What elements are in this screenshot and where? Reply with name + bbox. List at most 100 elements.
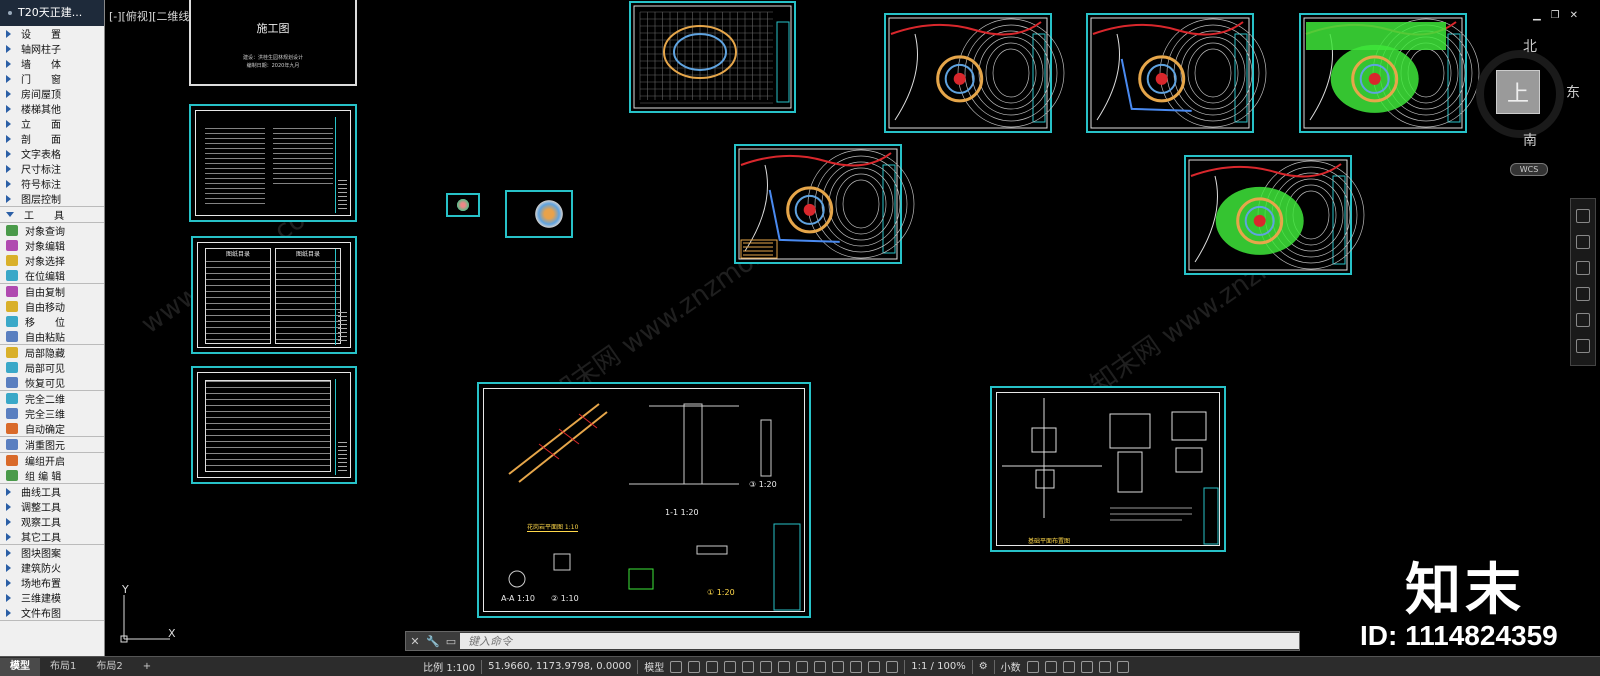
detail-label: A-A 1:10 — [501, 594, 535, 603]
transparency-icon[interactable] — [796, 660, 809, 673]
palette-item[interactable]: 对象选择 — [0, 253, 104, 268]
3d-osnap-icon[interactable] — [832, 660, 845, 673]
gear-icon[interactable]: ⚙ — [979, 661, 988, 672]
dynamic-ucs-icon[interactable] — [850, 660, 863, 673]
palette-item[interactable]: 观察工具 — [0, 514, 104, 529]
tab-layout1[interactable]: 布局1 — [40, 658, 86, 676]
palette-item[interactable]: 门 窗 — [0, 71, 104, 86]
viewcube-north[interactable]: 北 — [1523, 36, 1537, 56]
palette-item[interactable]: 建筑防火 — [0, 560, 104, 575]
model-space-toggle[interactable]: 模型 — [644, 659, 664, 674]
viewcube-top-face[interactable]: 上 — [1496, 70, 1540, 114]
palette-item[interactable]: 轴网柱子 — [0, 41, 104, 56]
palette-item[interactable]: 图层控制 — [0, 191, 104, 206]
palette-item[interactable]: 局部隐藏 — [0, 345, 104, 360]
palette-item[interactable]: 墙 体 — [0, 56, 104, 71]
palette-item[interactable]: 场地布置 — [0, 575, 104, 590]
palette-title-bar[interactable]: T20天正建... — [0, 0, 104, 26]
close-icon[interactable]: ✕ — [406, 635, 424, 648]
viewcube-east[interactable]: 东 — [1566, 82, 1580, 102]
palette-item-label: 工 具 — [24, 211, 64, 222]
wrench-icon[interactable]: 🔧 — [424, 635, 442, 648]
selection-cycling-icon[interactable] — [814, 660, 827, 673]
viewcube-south[interactable]: 南 — [1523, 130, 1537, 150]
grid-icon[interactable] — [670, 660, 683, 673]
palette-item[interactable]: 其它工具 — [0, 529, 104, 544]
palette-item[interactable]: 图块图案 — [0, 545, 104, 560]
otrack-icon[interactable] — [760, 660, 773, 673]
palette-item[interactable]: 尺寸标注 — [0, 161, 104, 176]
palette-item-label: 门 窗 — [21, 75, 61, 86]
scale-readout[interactable]: 比例 1:100 — [423, 659, 475, 674]
palette-item[interactable]: 恢复可见 — [0, 375, 104, 390]
palette-item[interactable]: 自动确定 — [0, 421, 104, 436]
palette-item[interactable]: 三维建模 — [0, 590, 104, 605]
detail-sheet-railing[interactable]: 1-1 1:20 ③ 1:20 A-A 1:10 ② 1:10 ① 1:20 花… — [477, 382, 811, 618]
gizmo-icon[interactable] — [886, 660, 899, 673]
palette-item[interactable]: 局部可见 — [0, 360, 104, 375]
customize-icon[interactable] — [1116, 660, 1129, 673]
palette-item[interactable]: 设 置 — [0, 26, 104, 41]
palette-item[interactable]: 调整工具 — [0, 499, 104, 514]
palette-item[interactable]: 消重图元 — [0, 437, 104, 452]
expand-arrow-icon — [6, 563, 11, 572]
palette-item[interactable]: 自由粘贴 — [0, 329, 104, 344]
units-dropdown[interactable]: 小数 — [1001, 659, 1021, 674]
palette-section: 消重图元 — [0, 437, 104, 453]
quick-properties-icon[interactable] — [1026, 660, 1039, 673]
lineweight-icon[interactable] — [778, 660, 791, 673]
foundation-plan-sheet[interactable]: 基础平面布置图 — [990, 386, 1226, 552]
palette-item[interactable]: 完全三维 — [0, 406, 104, 421]
navbar-menu-icon[interactable] — [1576, 339, 1590, 353]
command-prompt-icon[interactable]: ▭ — [442, 635, 460, 648]
command-input[interactable] — [460, 633, 1299, 649]
clean-screen-icon[interactable] — [1098, 660, 1111, 673]
palette-item[interactable]: 自由移动 — [0, 299, 104, 314]
palette-item[interactable]: 编组开启 — [0, 453, 104, 468]
polar-icon[interactable] — [724, 660, 737, 673]
palette-item[interactable]: 自由复制 — [0, 284, 104, 299]
add-layout-button[interactable]: + — [133, 658, 161, 676]
wcs-menu[interactable]: WCS — [1510, 163, 1548, 176]
tab-model[interactable]: 模型 — [0, 657, 40, 676]
palette-item[interactable]: 组 编 辑 — [0, 468, 104, 483]
palette-item[interactable]: 立 面 — [0, 116, 104, 131]
isolate-objects-icon[interactable] — [1062, 660, 1075, 673]
palette-item[interactable]: 对象编辑 — [0, 238, 104, 253]
palette-item[interactable]: 房间屋顶 — [0, 86, 104, 101]
annotation-scale[interactable]: 1:1 / 100% — [911, 661, 965, 672]
palette-item[interactable]: 移 位 — [0, 314, 104, 329]
minimize-icon[interactable]: ▁ — [1533, 10, 1541, 21]
steering-wheel-icon[interactable] — [1576, 209, 1590, 223]
palette-item-label: 图层控制 — [21, 195, 61, 206]
close-icon[interactable]: ✕ — [1570, 10, 1578, 21]
drawing-viewport[interactable]: [-][俯视][二维线框] www.znzmo.com 知末网 www.znzm… — [105, 0, 1600, 656]
palette-item[interactable]: 完全二维 — [0, 391, 104, 406]
palette-item[interactable]: 文件布图 — [0, 605, 104, 620]
restore-icon[interactable]: ❐ — [1551, 10, 1560, 21]
lock-ui-icon[interactable] — [1044, 660, 1057, 673]
tool-icon — [6, 439, 18, 450]
palette-item[interactable]: 对象查询 — [0, 223, 104, 238]
tab-layout2[interactable]: 布局2 — [86, 658, 132, 676]
palette-item-label: 剖 面 — [21, 135, 61, 146]
palette-item[interactable]: 在位编辑 — [0, 268, 104, 283]
plaza-center — [803, 203, 816, 216]
vegetation-area — [1306, 22, 1446, 50]
pan-icon[interactable] — [1576, 235, 1590, 249]
palette-item[interactable]: 符号标注 — [0, 176, 104, 191]
snap-icon[interactable] — [688, 660, 701, 673]
palette-item[interactable]: 文字表格 — [0, 146, 104, 161]
ortho-icon[interactable] — [706, 660, 719, 673]
zoom-icon[interactable] — [1576, 261, 1590, 275]
showmotion-icon[interactable] — [1576, 313, 1590, 327]
palette-item[interactable]: 工 具 — [0, 207, 104, 222]
detail-label: 1-1 1:20 — [665, 508, 699, 517]
orbit-icon[interactable] — [1576, 287, 1590, 301]
selection-filter-icon[interactable] — [868, 660, 881, 673]
palette-item[interactable]: 曲线工具 — [0, 484, 104, 499]
hardware-acceleration-icon[interactable] — [1080, 660, 1093, 673]
palette-item[interactable]: 楼梯其他 — [0, 101, 104, 116]
palette-item[interactable]: 剖 面 — [0, 131, 104, 146]
osnap-icon[interactable] — [742, 660, 755, 673]
